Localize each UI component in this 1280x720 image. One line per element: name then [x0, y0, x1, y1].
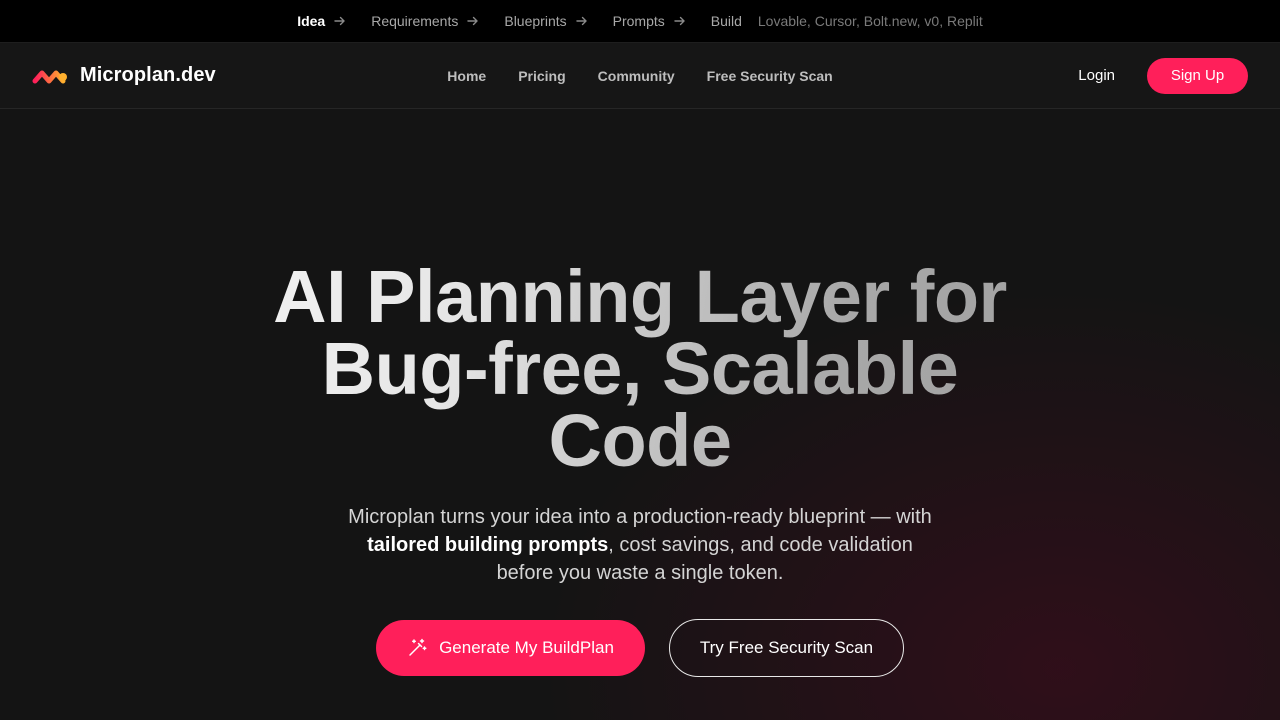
step-build[interactable]: Build [711, 13, 742, 29]
headline-line: Code [548, 399, 732, 482]
subtitle-line-rest: , cost savings, and code validation [608, 534, 913, 556]
microplan-logo-icon [32, 65, 70, 87]
step-idea[interactable]: Idea [297, 13, 347, 29]
hero-cta-row: Generate My BuildPlan Try Free Security … [0, 619, 1280, 677]
arrow-right-icon [673, 14, 687, 28]
hero-headline: AI Planning Layer for Bug-free, Scalable… [0, 261, 1280, 477]
step-requirements[interactable]: Requirements [371, 13, 480, 29]
main-navbar: Microplan.dev Home Pricing Community Fre… [0, 43, 1280, 109]
headline-line: Bug-free, Scalable [321, 327, 959, 410]
step-blueprints[interactable]: Blueprints [504, 13, 588, 29]
generate-buildplan-button[interactable]: Generate My BuildPlan [376, 620, 645, 676]
build-tools-list: Lovable, Cursor, Bolt.new, v0, Replit [757, 13, 983, 29]
headline-line: AI Planning Layer for [273, 255, 1007, 338]
progress-steps-bar: Idea Requirements Blueprints Prompts Bui… [0, 0, 1280, 43]
step-label: Requirements [371, 13, 459, 29]
step-prompts[interactable]: Prompts [613, 13, 687, 29]
arrow-right-icon [466, 14, 480, 28]
sign-up-button[interactable]: Sign Up [1147, 57, 1248, 94]
try-free-security-scan-button[interactable]: Try Free Security Scan [669, 619, 904, 677]
nav-links: Home Pricing Community Free Security Sca… [431, 68, 848, 84]
magic-wand-icon [407, 638, 427, 658]
brand-name: Microplan.dev [80, 64, 216, 86]
login-link[interactable]: Login [1078, 67, 1115, 84]
hero-subtitle: Microplan turns your idea into a product… [0, 503, 1280, 587]
auth-actions: Login Sign Up [1078, 57, 1248, 94]
nav-link-pricing[interactable]: Pricing [518, 68, 565, 84]
step-label: Blueprints [504, 13, 567, 29]
subtitle-line: Microplan turns your idea into a product… [348, 506, 932, 528]
nav-link-free-security-scan[interactable]: Free Security Scan [707, 68, 833, 84]
nav-link-community[interactable]: Community [598, 68, 675, 84]
nav-link-home[interactable]: Home [447, 68, 486, 84]
step-label: Idea [297, 13, 326, 29]
generate-buildplan-label: Generate My BuildPlan [439, 638, 614, 657]
subtitle-emphasis: tailored building prompts [367, 534, 609, 556]
step-label: Build [710, 13, 742, 29]
arrow-right-icon [333, 14, 347, 28]
hero-section: AI Planning Layer for Bug-free, Scalable… [0, 109, 1280, 720]
arrow-right-icon [575, 14, 589, 28]
brand-link[interactable]: Microplan.dev [32, 64, 216, 87]
subtitle-line: before you waste a single token. [496, 562, 784, 584]
step-label: Prompts [612, 13, 665, 29]
subtitle-line: tailored building prompts, cost savings,… [0, 531, 1280, 559]
